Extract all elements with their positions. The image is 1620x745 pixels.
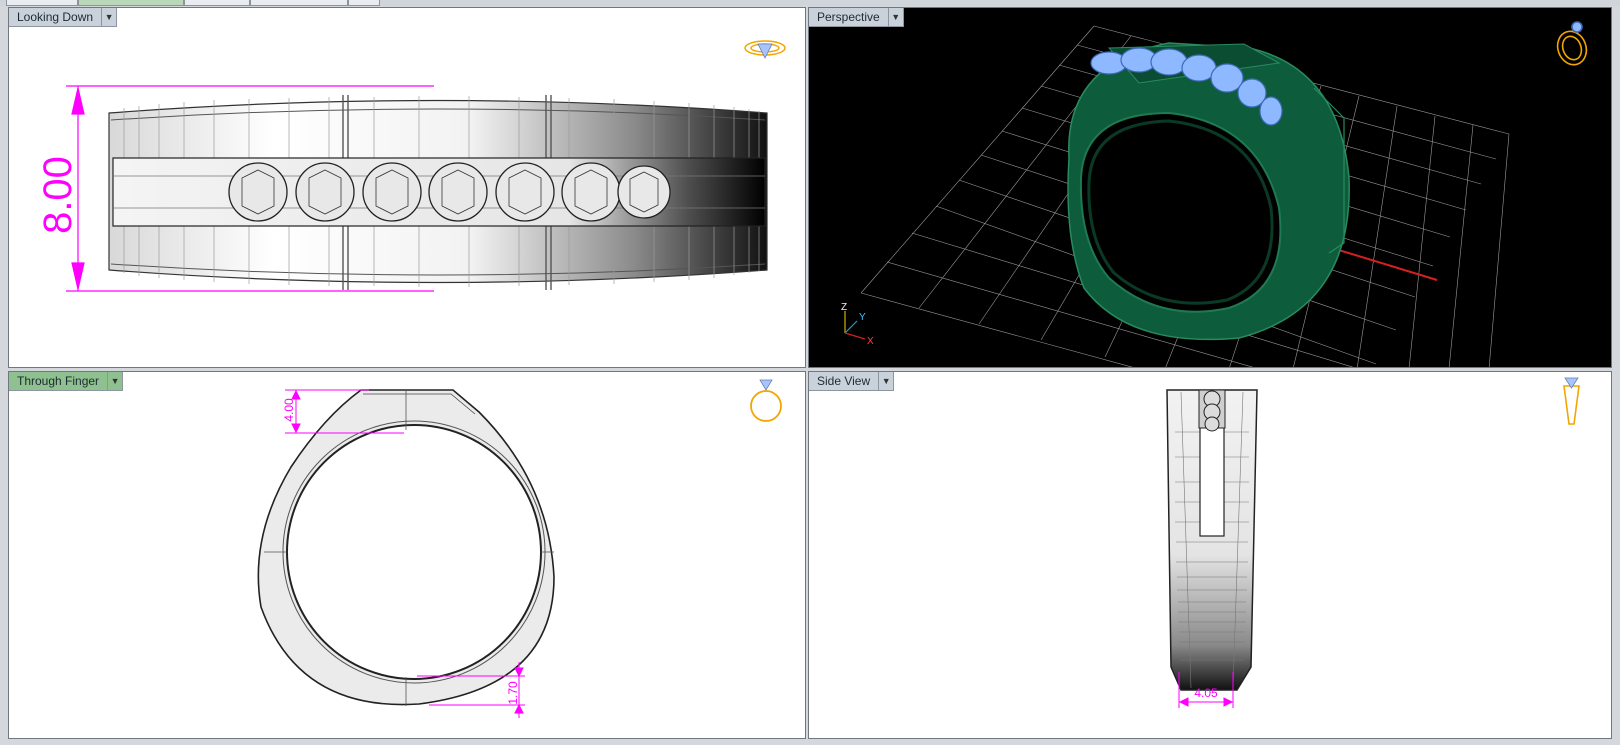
axis-label-x: X: [867, 336, 874, 347]
ring-top-view-icon: [744, 40, 786, 59]
viewport-side-view[interactable]: Side View ▼ 4.05: [808, 371, 1612, 739]
front-view-drawing: 4.00 1.70: [257, 379, 782, 718]
top-view-drawing: 8.00: [36, 40, 786, 292]
dimension-width-label: 4.05: [1194, 686, 1218, 700]
viewport-through-finger[interactable]: Through Finger ▼ 4.00 1.70: [8, 371, 806, 739]
chevron-down-icon[interactable]: ▼: [102, 8, 118, 27]
chevron-down-icon[interactable]: ▼: [879, 372, 895, 391]
chevron-down-icon[interactable]: ▼: [888, 8, 904, 27]
ring-model: [1067, 42, 1350, 341]
ring-front-view-icon: [750, 379, 782, 422]
axis-label-y: Y: [859, 312, 866, 323]
viewport-label-side-view[interactable]: Side View ▼: [809, 372, 895, 391]
dimension-label: 8.00: [36, 156, 80, 234]
channel-slot: [1199, 425, 1225, 537]
ring-side-view-icon: [1563, 377, 1580, 425]
view-tab[interactable]: [250, 0, 348, 6]
view-tab[interactable]: [348, 0, 380, 6]
chevron-down-icon[interactable]: ▼: [108, 372, 124, 391]
gem-row: [1203, 390, 1221, 432]
axis-label-z: Z: [841, 302, 847, 313]
finger-hole: [286, 424, 542, 680]
dimension-bottom-label: 1.70: [506, 681, 520, 705]
view-tab-strip: [0, 0, 1620, 6]
perspective-drawing: Z Y X: [841, 21, 1588, 367]
side-view-drawing: 4.05: [1166, 377, 1580, 708]
view-tab-active[interactable]: [78, 0, 184, 6]
view-tab[interactable]: [184, 0, 250, 6]
view-tab[interactable]: [6, 0, 78, 6]
viewport-label-through-finger[interactable]: Through Finger ▼: [9, 372, 124, 391]
viewport-label-looking-down[interactable]: Looking Down ▼: [9, 8, 118, 27]
viewport-looking-down[interactable]: Looking Down ▼ 8.00: [8, 7, 806, 368]
viewport-label-perspective[interactable]: Perspective ▼: [809, 8, 904, 27]
viewport-perspective[interactable]: Perspective ▼ Z Y X: [808, 7, 1612, 368]
dimension-top-label: 4.00: [282, 398, 296, 422]
ring-perspective-icon: [1556, 21, 1588, 66]
